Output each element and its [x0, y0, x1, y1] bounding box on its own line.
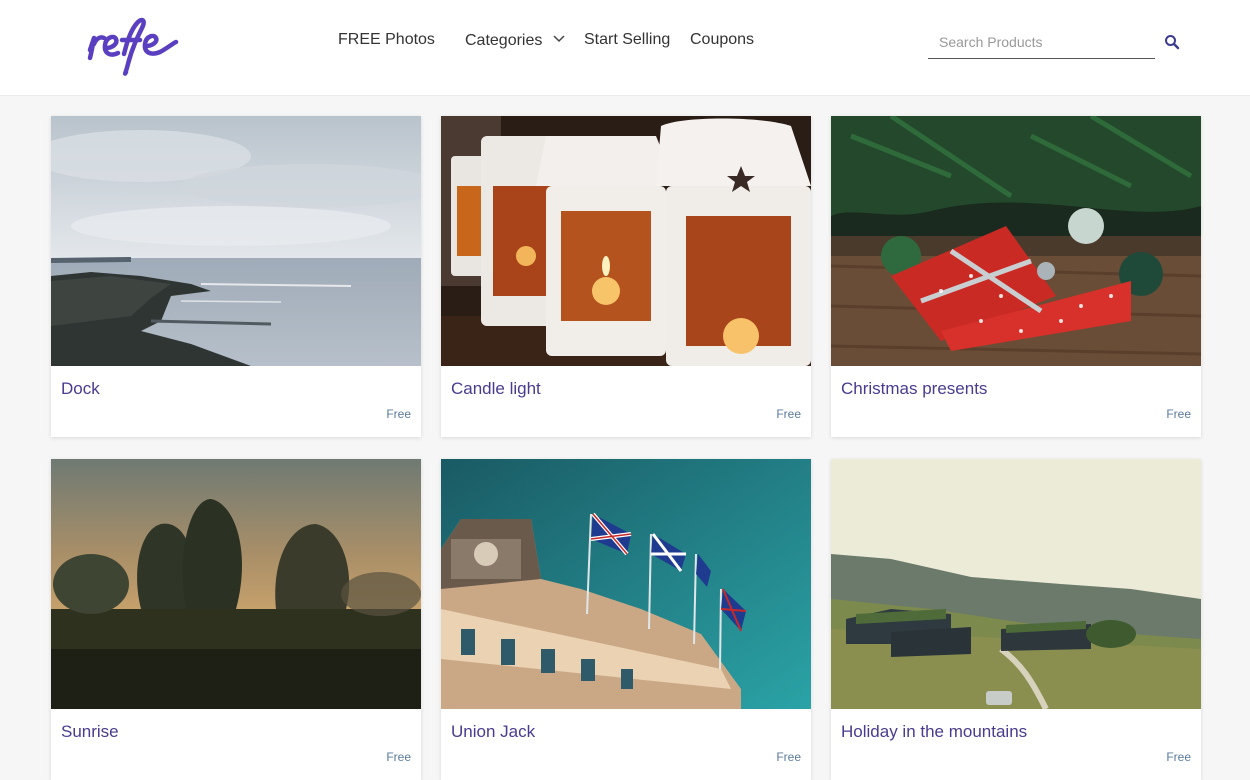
product-title[interactable]: Holiday in the mountains [841, 722, 1027, 742]
dock-photo[interactable] [51, 116, 421, 366]
sunrise-photo[interactable] [51, 459, 421, 709]
product-price: Free [1166, 407, 1191, 421]
product-title[interactable]: Candle light [451, 379, 541, 399]
nav-categories[interactable]: Categories [465, 32, 565, 50]
product-card[interactable]: Dock Free [51, 116, 421, 437]
union-jack-photo[interactable] [441, 459, 811, 709]
product-title[interactable]: Sunrise [61, 722, 119, 742]
product-card[interactable]: Candle light Free [441, 116, 811, 437]
product-price: Free [386, 407, 411, 421]
nav-free-photos[interactable]: FREE Photos [338, 31, 435, 49]
nav-start-selling[interactable]: Start Selling [584, 31, 670, 49]
christmas-presents-photo[interactable] [831, 116, 1201, 366]
search-icon[interactable] [1163, 33, 1181, 51]
product-title[interactable]: Christmas presents [841, 379, 987, 399]
candle-light-photo[interactable] [441, 116, 811, 366]
search-box [928, 30, 1155, 59]
product-card[interactable]: Union Jack Free [441, 459, 811, 780]
product-price: Free [776, 750, 801, 764]
nav-coupons[interactable]: Coupons [690, 31, 754, 49]
product-price: Free [1166, 750, 1191, 764]
site-header: FREE Photos Categories Start Selling Cou… [0, 0, 1250, 96]
mountain-holiday-photo[interactable] [831, 459, 1201, 709]
product-price: Free [776, 407, 801, 421]
product-title[interactable]: Union Jack [451, 722, 535, 742]
product-card[interactable]: Christmas presents Free [831, 116, 1201, 437]
product-card[interactable]: Holiday in the mountains Free [831, 459, 1201, 780]
search-input[interactable] [928, 30, 1154, 54]
product-card[interactable]: Sunrise Free [51, 459, 421, 780]
nav-categories-label: Categories [465, 32, 543, 49]
product-price: Free [386, 750, 411, 764]
product-title[interactable]: Dock [61, 379, 100, 399]
chevron-down-icon [553, 35, 565, 42]
refe-logo[interactable] [86, 14, 182, 78]
